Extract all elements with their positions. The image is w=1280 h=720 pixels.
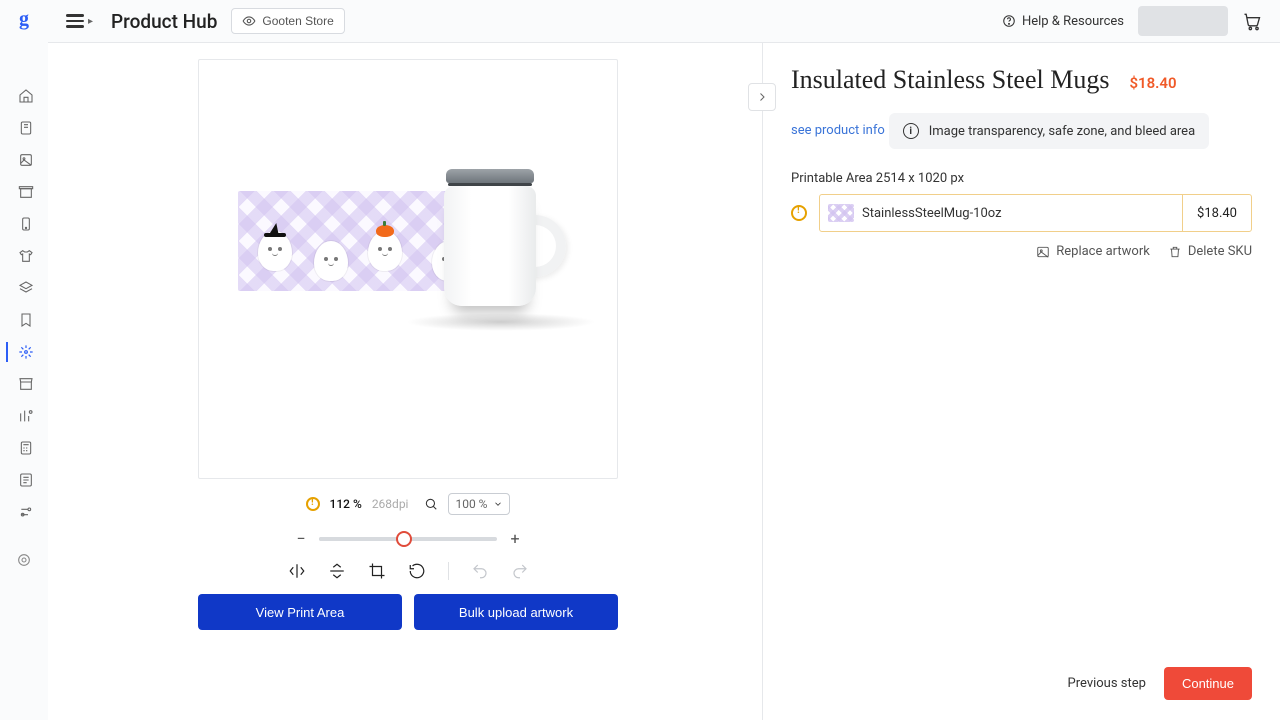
editor-controls: 112 % 268dpi 100 % − + <box>198 493 618 630</box>
nav-store-icon[interactable] <box>6 374 42 394</box>
delete-sku-label: Delete SKU <box>1188 244 1252 259</box>
nav-billing-icon[interactable] <box>6 470 42 490</box>
continue-button[interactable]: Continue <box>1164 667 1252 700</box>
menu-toggle[interactable]: ▸ <box>66 14 93 28</box>
nav-analytics-icon[interactable] <box>6 406 42 426</box>
image-icon <box>1036 245 1050 259</box>
zoom-in-button[interactable]: + <box>507 529 523 548</box>
help-link[interactable]: Help & Resources <box>1002 14 1124 29</box>
zoom-track[interactable] <box>319 537 497 541</box>
info-icon: i <box>903 123 919 139</box>
crop-icon[interactable] <box>368 562 386 580</box>
replace-artwork-label: Replace artwork <box>1056 244 1150 259</box>
nav-device-icon[interactable] <box>6 214 42 234</box>
nav-calculator-icon[interactable] <box>6 438 42 458</box>
nav-archive-icon[interactable] <box>6 182 42 202</box>
flip-horizontal-icon[interactable] <box>288 562 306 580</box>
view-print-area-button[interactable]: View Print Area <box>198 594 402 630</box>
zoom-value-label: 100 % <box>455 497 487 511</box>
sku-row: StainlessSteelMug-10oz $18.40 <box>791 194 1252 232</box>
help-label: Help & Resources <box>1022 14 1124 29</box>
caret-right-icon: ▸ <box>88 16 93 27</box>
chevron-down-icon <box>493 499 503 509</box>
bulk-upload-button[interactable]: Bulk upload artwork <box>414 594 618 630</box>
transparency-info-chip[interactable]: i Image transparency, safe zone, and ble… <box>889 113 1209 149</box>
see-product-info-link[interactable]: see product info <box>791 123 885 138</box>
redo-icon[interactable] <box>511 562 529 580</box>
nav-orders-icon[interactable] <box>6 118 42 138</box>
account-placeholder[interactable] <box>1138 6 1228 36</box>
mockup-artwork <box>238 169 578 369</box>
zoom-select[interactable]: 100 % <box>448 493 510 515</box>
left-nav-rail: g <box>0 0 48 720</box>
main-area: 112 % 268dpi 100 % − + <box>48 43 1280 720</box>
zoom-thumb[interactable] <box>396 531 412 547</box>
nav-settings-icon[interactable] <box>6 502 42 522</box>
help-icon <box>1002 14 1016 28</box>
replace-artwork-link[interactable]: Replace artwork <box>1036 244 1150 259</box>
hamburger-icon <box>66 14 84 28</box>
sku-box[interactable]: StainlessSteelMug-10oz $18.40 <box>819 194 1252 232</box>
logo: g <box>13 8 35 30</box>
cart-icon <box>1242 11 1262 31</box>
product-title: Insulated Stainless Steel Mugs <box>791 65 1109 94</box>
product-price: $18.40 <box>1129 74 1176 92</box>
dpi-label: 268dpi <box>372 497 409 511</box>
nav-products-icon[interactable] <box>6 150 42 170</box>
page-title: Product Hub <box>111 10 217 33</box>
preview-frame[interactable] <box>198 59 618 479</box>
undo-icon[interactable] <box>471 562 489 580</box>
nav-layers-icon[interactable] <box>6 278 42 298</box>
trash-icon <box>1168 245 1182 259</box>
nav-shirt-icon[interactable] <box>6 246 42 266</box>
zoom-slider: − + <box>293 529 523 548</box>
step-footer: Previous step Continue <box>1068 667 1252 700</box>
sku-name-label: StainlessSteelMug-10oz <box>862 206 1182 221</box>
magnifier-icon <box>424 497 438 511</box>
cart-button[interactable] <box>1242 11 1262 31</box>
rotate-icon[interactable] <box>408 562 426 580</box>
transform-tools <box>288 562 529 580</box>
nav-bookmark-icon[interactable] <box>6 310 42 330</box>
store-selector-button[interactable]: Gooten Store <box>231 8 344 34</box>
eye-icon <box>242 14 256 28</box>
scale-percent-label: 112 % <box>330 497 362 511</box>
canvas-column: 112 % 268dpi 100 % − + <box>48 43 763 720</box>
previous-step-link[interactable]: Previous step <box>1068 676 1146 691</box>
rail-icons-group <box>6 86 42 522</box>
sku-price-label: $18.40 <box>1182 195 1251 231</box>
zoom-out-button[interactable]: − <box>293 529 309 548</box>
details-column: Insulated Stainless Steel Mugs $18.40 se… <box>763 43 1280 720</box>
printable-area-label: Printable Area 2514 x 1020 px <box>791 171 1252 186</box>
sku-thumbnail <box>828 204 854 222</box>
nav-target-icon[interactable] <box>16 552 32 568</box>
info-chip-label: Image transparency, safe zone, and bleed… <box>929 124 1195 139</box>
delete-sku-link[interactable]: Delete SKU <box>1168 244 1252 259</box>
top-bar: ▸ Product Hub Gooten Store Help & Resour… <box>48 0 1280 43</box>
resolution-warning-icon <box>306 497 320 511</box>
mug-mockup <box>436 169 556 329</box>
nav-hub-icon[interactable] <box>6 342 42 362</box>
nav-home-icon[interactable] <box>6 86 42 106</box>
sku-warning-icon <box>791 205 807 221</box>
store-name-label: Gooten Store <box>262 14 333 28</box>
flip-vertical-icon[interactable] <box>328 562 346 580</box>
